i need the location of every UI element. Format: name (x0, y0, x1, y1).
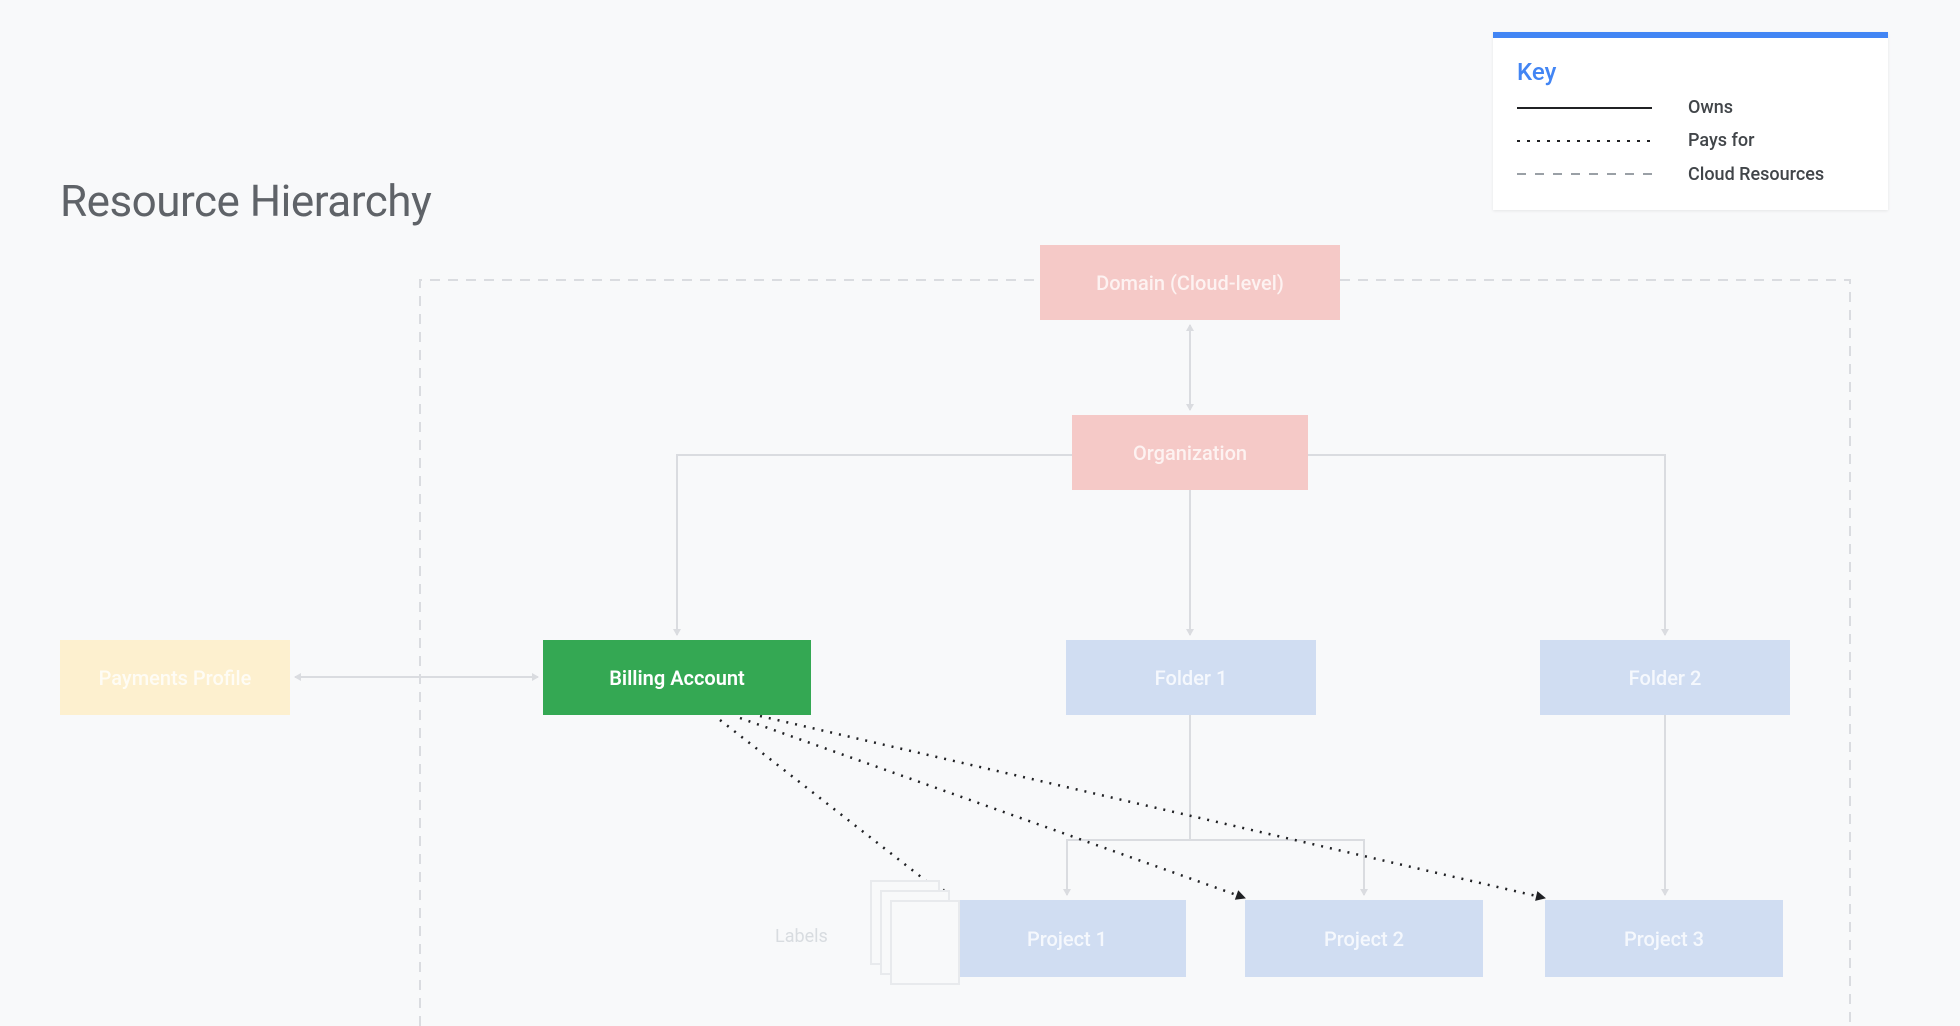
pays-for-line-project1 (720, 720, 948, 898)
pays-for-line-project3 (760, 716, 1545, 898)
owns-line-org-folder2 (1308, 455, 1665, 635)
legend-line-dashed-icon (1517, 173, 1652, 175)
node-project-3: Project 3 (1545, 900, 1783, 977)
pays-for-line-project2 (740, 718, 1245, 898)
legend-label-cloud-resources: Cloud Resources (1688, 163, 1824, 186)
owns-line-org-billing (677, 455, 1072, 635)
legend-row-pays-for: Pays for (1517, 129, 1864, 152)
legend-line-dotted-icon (1517, 140, 1652, 142)
legend-label-owns: Owns (1688, 96, 1733, 119)
node-folder-1: Folder 1 (1066, 640, 1316, 715)
node-billing-account: Billing Account (543, 640, 811, 715)
node-organization: Organization (1072, 415, 1308, 490)
node-project-2: Project 2 (1245, 900, 1483, 977)
node-domain: Domain (Cloud-level) (1040, 245, 1340, 320)
legend-label-pays-for: Pays for (1688, 129, 1754, 152)
node-payments-profile: Payments Profile (60, 640, 290, 715)
owns-line-folder1-project2 (1190, 840, 1364, 895)
owns-line-folder1-project1 (1067, 715, 1190, 895)
legend-row-cloud-resources: Cloud Resources (1517, 163, 1864, 186)
legend-line-solid-icon (1517, 107, 1652, 109)
node-project-1: Project 1 (948, 900, 1186, 977)
page-title: Resource Hierarchy (60, 175, 431, 227)
legend-title: Key (1517, 58, 1864, 86)
legend-box: Key Owns Pays for Cloud Resources (1493, 32, 1888, 210)
legend-row-owns: Owns (1517, 96, 1864, 119)
labels-text: Labels (775, 926, 828, 947)
node-folder-2: Folder 2 (1540, 640, 1790, 715)
